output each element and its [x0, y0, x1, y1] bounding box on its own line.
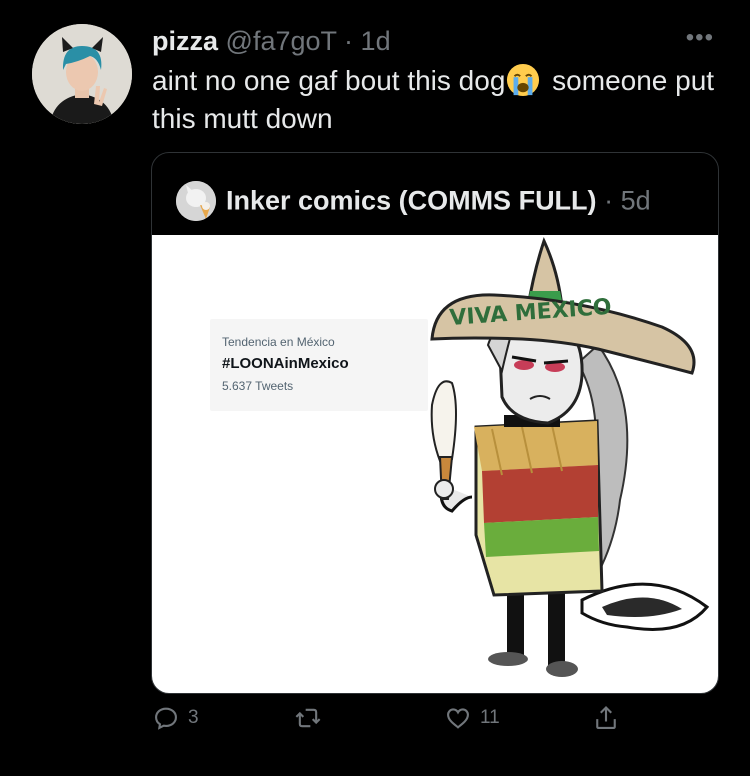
- share-icon: [596, 706, 616, 729]
- author-name[interactable]: pizza: [152, 26, 218, 56]
- trend-hashtag: #LOONAinMexico: [222, 355, 349, 372]
- reply-icon: [155, 707, 177, 730]
- reply-count: 3: [188, 707, 199, 728]
- retweet-icon: [295, 708, 321, 728]
- tweet-header: pizza @fa7goT · 1d: [152, 26, 391, 57]
- like-button[interactable]: 11: [444, 704, 500, 732]
- wolf-sombrero-illustration: VIVA MEXICO: [430, 236, 710, 677]
- tweet-actions: 3 11: [152, 704, 632, 744]
- like-count: 11: [480, 707, 500, 728]
- retweet-button[interactable]: [294, 704, 330, 732]
- quoted-author-avatar: [176, 181, 216, 221]
- tweet-text: aint no one gaf bout this dog someone pu…: [152, 62, 722, 138]
- author-avatar[interactable]: [32, 24, 132, 124]
- separator-dot: ·: [344, 26, 354, 56]
- trend-tweet-count: 5.637 Tweets: [222, 379, 294, 393]
- loudly-crying-face-icon: [507, 63, 540, 97]
- quoted-tweet[interactable]: Inker comics (COMMS FULL) · 5d Tendencia…: [151, 152, 719, 694]
- trending-topic-card: Tendencia en México #LOONAinMexico 5.637…: [210, 319, 428, 411]
- quoted-tweet-timestamp[interactable]: 5d: [621, 186, 651, 216]
- reply-button[interactable]: 3: [152, 704, 199, 732]
- trend-location-label: Tendencia en México: [222, 335, 335, 349]
- quoted-tweet-header: Inker comics (COMMS FULL) · 5d: [176, 181, 651, 221]
- separator-dot: ·: [604, 185, 614, 216]
- more-horizontal-icon[interactable]: •••: [686, 24, 714, 52]
- author-handle[interactable]: @fa7goT: [226, 26, 337, 56]
- tweet-text-part1: aint no one gaf bout this dog: [152, 65, 506, 96]
- tweet-timestamp[interactable]: 1d: [361, 26, 391, 56]
- quoted-tweet-image[interactable]: Tendencia en México #LOONAinMexico 5.637…: [152, 235, 718, 693]
- heart-icon: [447, 708, 469, 729]
- share-button[interactable]: [592, 704, 628, 732]
- quoted-author-name[interactable]: Inker comics (COMMS FULL): [226, 186, 597, 216]
